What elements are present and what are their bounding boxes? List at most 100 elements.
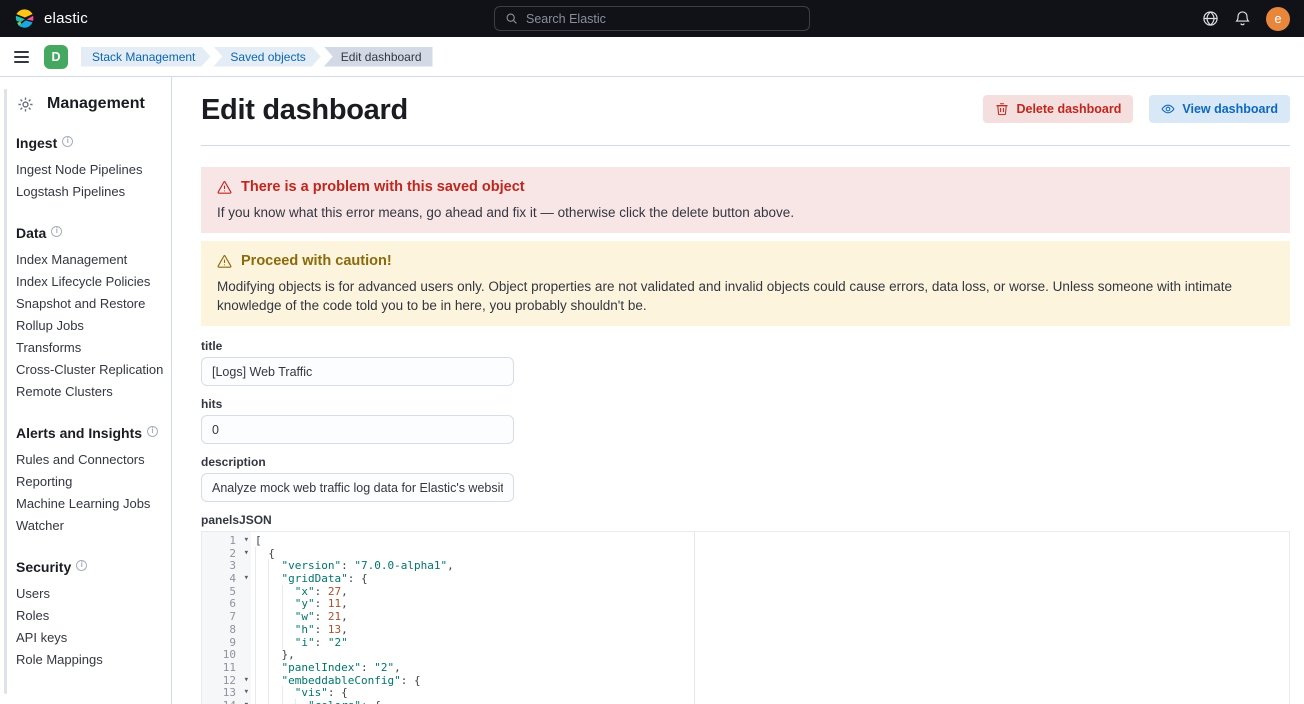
breadcrumb-saved-objects[interactable]: Saved objects <box>213 47 320 67</box>
field-label: panelsJSON <box>201 513 1290 528</box>
sidebar: Management Ingesti Ingest Node PipelinesL… <box>0 77 172 704</box>
code-line[interactable]: "vis": { <box>255 687 1289 700</box>
line-number: 6 <box>202 598 251 611</box>
field-hits: hits <box>201 397 1290 444</box>
sidebar-item-api-keys[interactable]: API keys <box>16 627 163 649</box>
global-search-input[interactable] <box>526 12 799 26</box>
error-callout: There is a problem with this saved objec… <box>201 167 1290 233</box>
warning-callout: Proceed with caution! Modifying objects … <box>201 241 1290 326</box>
sidebar-section-ingest: Ingesti <box>16 135 163 151</box>
warning-callout-title: Proceed with caution! <box>241 252 392 270</box>
top-bar: elastic e <box>0 0 1304 37</box>
code-line[interactable]: }, <box>255 649 1289 662</box>
sidebar-item-reporting[interactable]: Reporting <box>16 471 163 493</box>
globe-icon[interactable] <box>1202 10 1219 27</box>
sidebar-item-transforms[interactable]: Transforms <box>16 337 163 359</box>
sidebar-item-logstash-pipelines[interactable]: Logstash Pipelines <box>16 181 163 203</box>
field-label: title <box>201 339 1290 354</box>
line-number: 8 <box>202 624 251 637</box>
field-title: title <box>201 339 1290 386</box>
title-input[interactable] <box>201 357 514 386</box>
code-line[interactable]: "gridData": { <box>255 573 1289 586</box>
header-divider <box>201 145 1290 146</box>
info-icon: i <box>76 560 87 571</box>
sidebar-item-machine-learning-jobs[interactable]: Machine Learning Jobs <box>16 493 163 515</box>
fold-toggle-icon[interactable]: ▾ <box>244 686 249 699</box>
page-header: Edit dashboard Delete dashboard <box>201 92 1290 128</box>
menu-icon[interactable] <box>12 47 31 67</box>
management-header: Management <box>16 95 163 113</box>
gear-icon <box>17 96 34 113</box>
notifications-bell-icon[interactable] <box>1234 10 1251 27</box>
line-number: 5 <box>202 586 251 599</box>
editor-code[interactable]: [ { "version": "7.0.0-alpha1", "gridData… <box>251 532 1289 704</box>
view-dashboard-button[interactable]: View dashboard <box>1149 95 1290 123</box>
alert-icon <box>217 180 232 195</box>
code-line[interactable]: [ <box>255 535 1289 548</box>
code-line[interactable]: "colors": { <box>255 700 1289 704</box>
field-panelsjson: panelsJSON 1▾2▾34▾56789101112▾13▾14▾ [ {… <box>201 513 1290 704</box>
code-line[interactable]: "embeddableConfig": { <box>255 675 1289 688</box>
sidebar-item-cross-cluster-replication[interactable]: Cross-Cluster Replication <box>16 359 163 381</box>
eye-icon <box>1161 102 1175 116</box>
sidebar-section-alerts-and-insights: Alerts and Insightsi <box>16 425 163 441</box>
code-line[interactable]: "i": "2" <box>255 637 1289 650</box>
sidebar-item-snapshot-and-restore[interactable]: Snapshot and Restore <box>16 293 163 315</box>
sidebar-item-rules-and-connectors[interactable]: Rules and Connectors <box>16 449 163 471</box>
management-title: Management <box>47 95 145 113</box>
brand[interactable]: elastic <box>14 8 88 29</box>
fold-toggle-icon[interactable]: ▾ <box>244 674 249 687</box>
hits-input[interactable] <box>201 415 514 444</box>
warning-callout-body: Modifying objects is for advanced users … <box>217 277 1274 315</box>
user-avatar[interactable]: e <box>1266 7 1290 31</box>
fold-toggle-icon[interactable]: ▾ <box>244 699 249 704</box>
fold-toggle-icon[interactable]: ▾ <box>244 547 249 560</box>
sidebar-item-roles[interactable]: Roles <box>16 605 163 627</box>
global-search[interactable] <box>494 6 810 31</box>
sidebar-item-watcher[interactable]: Watcher <box>16 515 163 537</box>
sidebar-list: Index ManagementIndex Lifecycle Policies… <box>16 249 163 403</box>
search-icon <box>505 12 518 25</box>
delete-dashboard-button[interactable]: Delete dashboard <box>983 95 1133 123</box>
error-callout-body: If you know what this error means, go ah… <box>217 203 1274 222</box>
sidebar-item-users[interactable]: Users <box>16 583 163 605</box>
sidebar-item-rollup-jobs[interactable]: Rollup Jobs <box>16 315 163 337</box>
error-callout-title: There is a problem with this saved objec… <box>241 178 525 196</box>
trash-icon <box>995 102 1009 116</box>
sidebar-item-remote-clusters[interactable]: Remote Clusters <box>16 381 163 403</box>
saved-object-form: title hits description panelsJSON 1▾2▾34… <box>201 339 1290 704</box>
field-label: hits <box>201 397 1290 412</box>
sidebar-scrollbar[interactable] <box>4 89 7 694</box>
code-line[interactable]: "version": "7.0.0-alpha1", <box>255 560 1289 573</box>
sidebar-item-index-management[interactable]: Index Management <box>16 249 163 271</box>
header-actions: Delete dashboard View dashboard <box>983 92 1290 123</box>
fold-toggle-icon[interactable]: ▾ <box>244 534 249 547</box>
breadcrumb-edit-dashboard: Edit dashboard <box>324 47 433 67</box>
code-line[interactable]: "h": 13, <box>255 624 1289 637</box>
sidebar-item-role-mappings[interactable]: Role Mappings <box>16 649 163 671</box>
kibana-page: elastic e <box>0 0 1304 704</box>
sidebar-nav: Ingesti Ingest Node PipelinesLogstash Pip… <box>16 135 163 671</box>
code-line[interactable]: "w": 21, <box>255 611 1289 624</box>
fold-toggle-icon[interactable]: ▾ <box>244 572 249 585</box>
code-line[interactable]: "y": 11, <box>255 598 1289 611</box>
sidebar-list: Rules and ConnectorsReportingMachine Lea… <box>16 449 163 537</box>
info-icon: i <box>147 426 158 437</box>
delete-dashboard-label: Delete dashboard <box>1016 102 1121 116</box>
json-editor[interactable]: 1▾2▾34▾56789101112▾13▾14▾ [ { "version":… <box>201 531 1290 704</box>
description-input[interactable] <box>201 473 514 502</box>
line-number: 7 <box>202 611 251 624</box>
info-icon: i <box>62 136 73 147</box>
top-actions: e <box>1202 7 1290 31</box>
breadcrumb-stack-management[interactable]: Stack Management <box>81 47 210 67</box>
sidebar-list: UsersRolesAPI keysRole Mappings <box>16 583 163 671</box>
sidebar-section-data: Datai <box>16 225 163 241</box>
print-margin-line <box>694 532 695 704</box>
sidebar-list: Ingest Node PipelinesLogstash Pipelines <box>16 159 163 203</box>
field-label: description <box>201 455 1290 470</box>
sidebar-item-index-lifecycle-policies[interactable]: Index Lifecycle Policies <box>16 271 163 293</box>
code-line[interactable]: "x": 27, <box>255 586 1289 599</box>
alert-icon <box>217 254 232 269</box>
sidebar-item-ingest-node-pipelines[interactable]: Ingest Node Pipelines <box>16 159 163 181</box>
space-avatar[interactable]: D <box>44 45 68 69</box>
